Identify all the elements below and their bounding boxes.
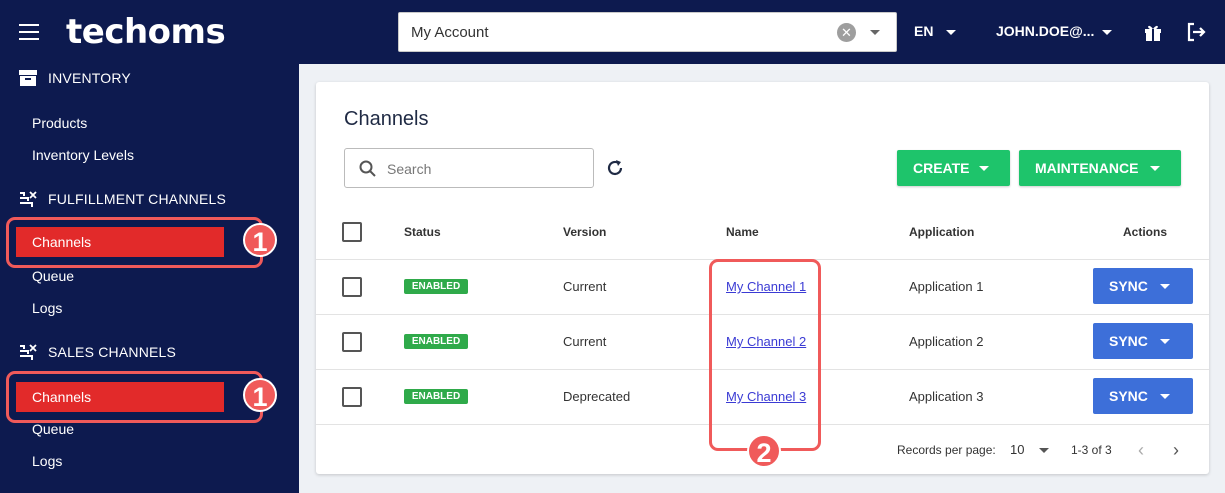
callout-badge-2: 2 <box>747 434 781 468</box>
channels-icon <box>20 344 37 360</box>
gift-icon[interactable] <box>1143 22 1163 42</box>
row-checkbox[interactable] <box>342 277 362 297</box>
next-page-icon[interactable]: › <box>1173 440 1179 461</box>
account-select[interactable]: My Account ✕ <box>398 12 897 52</box>
records-per-page-label: Records per page: <box>897 443 996 457</box>
application-cell: Application 2 <box>909 334 984 349</box>
version-cell: Deprecated <box>563 389 631 404</box>
application-cell: Application 1 <box>909 279 984 294</box>
chevron-down-icon <box>1150 166 1160 171</box>
create-button[interactable]: CREATE <box>897 150 1010 186</box>
row-checkbox[interactable] <box>342 332 362 352</box>
sync-button[interactable]: SYNC <box>1093 378 1193 414</box>
column-header-name[interactable]: Name <box>726 225 759 239</box>
sidebar: INVENTORY Products Inventory Levels FULF… <box>0 64 299 493</box>
refresh-icon[interactable] <box>605 158 625 178</box>
chevron-down-icon <box>1160 394 1170 399</box>
language-select[interactable]: EN <box>914 23 933 39</box>
sidebar-section-inventory: INVENTORY <box>18 69 131 87</box>
callout-badge-1: 1 <box>243 223 277 257</box>
callout-highlight-sales-channels <box>6 371 263 423</box>
application-cell: Application 3 <box>909 389 984 404</box>
sync-button[interactable]: SYNC <box>1093 268 1193 304</box>
status-badge: ENABLED <box>404 389 468 404</box>
sidebar-section-fulfillment: FULFILLMENT CHANNELS <box>18 190 226 208</box>
sidebar-item-sales-logs[interactable]: Logs <box>32 453 62 469</box>
records-per-page-select[interactable]: 10 <box>1010 442 1024 457</box>
column-header-actions: Actions <box>1123 225 1168 239</box>
version-cell: Current <box>563 334 607 349</box>
chevron-down-icon[interactable] <box>946 30 956 35</box>
callout-highlight-name-column <box>709 259 821 451</box>
search-input[interactable]: Search <box>344 148 594 188</box>
sidebar-section-sales: SALES CHANNELS <box>18 343 176 361</box>
callout-highlight-fulfillment-channels <box>6 217 263 268</box>
sidebar-item-inventory-levels[interactable]: Inventory Levels <box>32 147 134 163</box>
box-icon <box>19 70 37 86</box>
chevron-down-icon[interactable] <box>1102 30 1112 35</box>
sidebar-item-products[interactable]: Products <box>32 115 87 131</box>
chevron-down-icon <box>979 166 989 171</box>
sidebar-item-fulfillment-logs[interactable]: Logs <box>32 300 62 316</box>
chevron-down-icon[interactable] <box>1039 448 1049 453</box>
channels-icon <box>20 191 37 207</box>
search-icon <box>359 160 376 177</box>
column-header-application[interactable]: Application <box>909 225 974 239</box>
sync-button[interactable]: SYNC <box>1093 323 1193 359</box>
logout-icon[interactable] <box>1185 21 1207 43</box>
sidebar-item-sales-queue[interactable]: Queue <box>32 421 74 437</box>
column-header-status[interactable]: Status <box>404 225 441 239</box>
select-all-checkbox[interactable] <box>342 222 362 242</box>
chevron-down-icon <box>1160 284 1170 289</box>
maintenance-button[interactable]: MAINTENANCE <box>1019 150 1181 186</box>
menu-icon[interactable] <box>19 24 39 40</box>
status-badge: ENABLED <box>404 279 468 294</box>
pagination-range: 1-3 of 3 <box>1071 443 1112 457</box>
version-cell: Current <box>563 279 607 294</box>
chevron-down-icon <box>1160 339 1170 344</box>
clear-icon[interactable]: ✕ <box>837 23 856 42</box>
sidebar-item-fulfillment-queue[interactable]: Queue <box>32 268 74 284</box>
previous-page-icon[interactable]: ‹ <box>1138 440 1144 461</box>
status-badge: ENABLED <box>404 334 468 349</box>
chevron-down-icon[interactable] <box>870 30 880 35</box>
row-checkbox[interactable] <box>342 387 362 407</box>
app-logo[interactable]: techoms <box>66 12 226 52</box>
search-placeholder: Search <box>387 161 432 177</box>
column-header-version[interactable]: Version <box>563 225 606 239</box>
account-select-value: My Account <box>411 24 489 41</box>
top-bar: techoms My Account ✕ EN JOHN.DOE@... <box>0 0 1225 64</box>
user-menu[interactable]: JOHN.DOE@... <box>996 23 1094 39</box>
callout-badge-1: 1 <box>243 378 277 412</box>
page-title: Channels <box>344 108 429 130</box>
